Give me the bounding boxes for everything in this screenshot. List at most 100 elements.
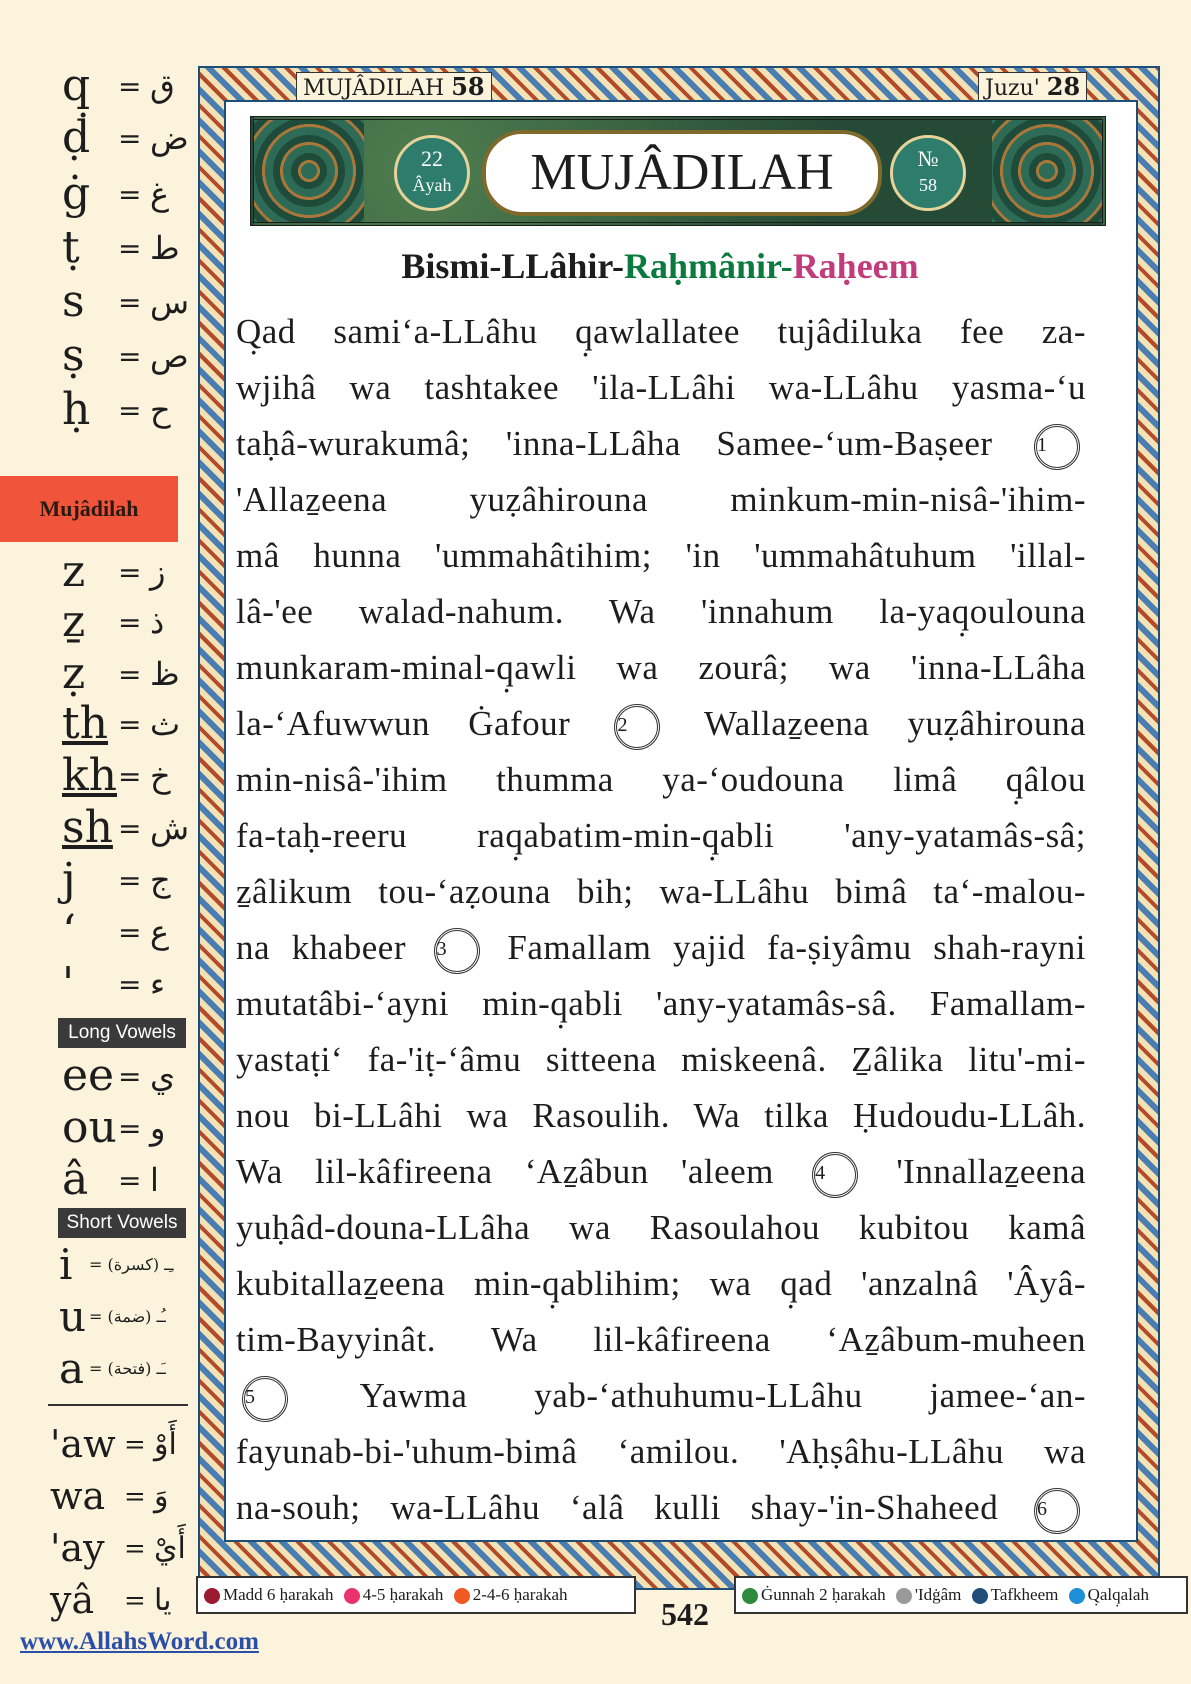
verse-segment: la-ʻAfuwwun Ġafour bbox=[236, 704, 571, 743]
latin-letter: q̣ bbox=[62, 60, 91, 111]
basmala-part: Raḥmânir- bbox=[624, 246, 793, 286]
arabic-letter: ض bbox=[150, 119, 189, 157]
equals-sign: = bbox=[118, 232, 142, 265]
verse-segment: Wa lil-kâfireena ʻAẕâbun 'aleem bbox=[236, 1152, 774, 1191]
key-row: ʻ = ع bbox=[40, 906, 190, 958]
surah-side-tab[interactable]: Mujâdilah bbox=[0, 476, 178, 542]
equals-sign: = bbox=[118, 968, 142, 1001]
verse-segment: Yawma yab-ʻathuhumu-LLâhu jamee-ʻan- bbox=[359, 1376, 1086, 1415]
ayah-count-medallion: 22 Âyah bbox=[394, 135, 470, 211]
combo-row: 'ay = أَيْ bbox=[50, 1522, 190, 1574]
legend-label: Madd 6 ḥarakah bbox=[223, 1585, 334, 1604]
arabic-letter: أَوْ bbox=[154, 1427, 177, 1462]
verse-line: 5 Yawma yab-ʻathuhumu-LLâhu jamee-ʻan- bbox=[236, 1368, 1086, 1424]
vowel-mark: = ـَـ (فتحة) bbox=[89, 1359, 166, 1378]
latin-letter: â bbox=[62, 1154, 89, 1205]
arabic-letter: ص bbox=[150, 337, 189, 375]
latin-letter: u bbox=[59, 1292, 87, 1341]
latin-letter: yâ bbox=[50, 1578, 95, 1622]
ayah-marker-icon: 1 bbox=[1034, 423, 1081, 470]
latin-letter: j bbox=[62, 854, 76, 905]
verse-segment: na-souh; wa-LLâhu ʻalâ kulli shay-'in-Sh… bbox=[236, 1488, 999, 1527]
ayah-marker-icon: 5 bbox=[242, 1375, 288, 1422]
banner-title: MUJÂDILAH bbox=[482, 130, 882, 216]
arabic-letter: خ bbox=[150, 757, 171, 795]
key-row: s = س bbox=[40, 276, 190, 328]
equals-sign: = bbox=[124, 1586, 146, 1616]
surah-number-value: 58 bbox=[919, 175, 937, 195]
latin-letter: th bbox=[62, 698, 109, 749]
verse-line: Q̣ad samiʻa-LLâhu q̣awlallatee tujâdiluk… bbox=[236, 312, 1086, 351]
verse-line: mutatâbi-ʻayni min-q̣abli 'any-yatamâs-s… bbox=[236, 984, 1086, 1023]
key-row: ẕ = ذ bbox=[40, 596, 190, 648]
equals-sign: = bbox=[124, 1482, 146, 1512]
juzu-header: Juzu' 28 bbox=[978, 72, 1088, 102]
verse-segment: Famallam yajid fa-ṣiyâmu shah-rayni bbox=[507, 928, 1087, 967]
arabic-letter: س bbox=[150, 283, 190, 321]
legend-label: Tafkheem bbox=[990, 1585, 1059, 1604]
equals-sign: = bbox=[118, 340, 142, 373]
latin-letter: ʻ bbox=[62, 906, 76, 957]
tajweed-legend-right: Ġunnah 2 ḥarakah 'Idġâm Tafkheem Q̣alq̣a… bbox=[734, 1576, 1188, 1614]
verse-line: Wa lil-kâfireena ʻAẕâbun 'aleem 4 'Innal… bbox=[236, 1144, 1086, 1200]
latin-letter: sh bbox=[62, 802, 113, 853]
verse-line: ẕâlikum tou-ʻaẓouna bih; wa-LLâhu bimâ t… bbox=[236, 872, 1086, 911]
latin-letter: 'ay bbox=[50, 1526, 105, 1570]
latin-letter: ṣ bbox=[62, 330, 85, 381]
key-row: ṭ = ط bbox=[40, 222, 190, 274]
key-row: ḍ = ض bbox=[40, 112, 190, 164]
equals-sign: = bbox=[118, 916, 142, 949]
equals-sign: = bbox=[118, 394, 142, 427]
arabic-letter: ذ bbox=[150, 603, 165, 641]
madd-4-5-dot-icon bbox=[343, 1588, 360, 1605]
key-row: ẓ = ظ bbox=[40, 648, 190, 700]
qalqalah-dot-icon bbox=[1068, 1588, 1085, 1605]
equals-sign: = bbox=[118, 178, 142, 211]
verse-segment: taḥâ-wurakumâ; 'inna-LLâha Samee-ʻum-Baṣ… bbox=[236, 424, 993, 463]
arabic-letter: ا bbox=[150, 1161, 159, 1199]
ayah-marker-icon: 2 bbox=[614, 703, 661, 750]
arabic-letter: ق bbox=[150, 67, 175, 105]
latin-letter: ẓ bbox=[62, 648, 86, 699]
verse-line: yastaṭiʻ fa-'iṭ-ʻâmu sitteena miskeenâ. … bbox=[236, 1040, 1086, 1079]
verse-line: wjihâ wa tashtakee 'ila-LLâhi wa-LLâhu y… bbox=[236, 368, 1086, 407]
legend-label: 'Idġâm bbox=[914, 1585, 962, 1604]
arabic-letter: يا bbox=[154, 1583, 172, 1618]
tafkheem-dot-icon bbox=[971, 1588, 988, 1605]
ghunnah-dot-icon bbox=[742, 1588, 758, 1605]
short-vowel-row: u = ـُـ (ضمة) bbox=[55, 1292, 195, 1342]
key-row: kh = خ bbox=[40, 750, 190, 802]
key-row: ou = و bbox=[40, 1102, 190, 1154]
arabic-letter: أَيْ bbox=[154, 1531, 186, 1566]
equals-sign: = bbox=[118, 1164, 142, 1197]
latin-letter: s bbox=[62, 276, 85, 327]
arabic-letter: ء bbox=[150, 965, 166, 1003]
verse-line: nou bi-LLâhi wa Rasoulih. Wa tilka Ḥudou… bbox=[236, 1096, 1086, 1135]
surah-banner: 22 Âyah MUJÂDILAH № 58 bbox=[250, 116, 1106, 226]
arabic-letter: ي bbox=[150, 1057, 176, 1095]
verse-line: la-ʻAfuwwun Ġafour 2 Wallaẕeena yuẓâhiro… bbox=[236, 696, 1086, 752]
latin-letter: a bbox=[59, 1344, 85, 1393]
short-vowels-label: Short Vowels bbox=[58, 1208, 186, 1238]
equals-sign: = bbox=[118, 864, 142, 897]
juzu-label: Juzu' bbox=[985, 76, 1040, 101]
website-link[interactable]: www.AllahsWord.com bbox=[20, 1628, 259, 1656]
equals-sign: = bbox=[118, 708, 142, 741]
verse-line: min-nisâ-'ihim thumma ya-ʻoudouna limâ q… bbox=[236, 760, 1086, 799]
latin-letter: ou bbox=[62, 1102, 117, 1153]
tajweed-legend-left: Madd 6 ḥarakah 4-5 ḥarakah 2-4-6 ḥarakah bbox=[196, 1576, 636, 1614]
surah-number: 58 bbox=[451, 72, 485, 101]
juzu-number: 28 bbox=[1046, 72, 1081, 101]
short-vowel-row: i = ـِـ (كسرة) bbox=[55, 1240, 195, 1290]
key-row: ḥ = ح bbox=[40, 384, 190, 436]
key-row: â = ا bbox=[40, 1154, 190, 1206]
basmala-part: Raḥeem bbox=[792, 246, 919, 286]
long-vowels-label: Long Vowels bbox=[58, 1018, 186, 1048]
equals-sign: = bbox=[118, 1060, 142, 1093]
combo-row: yâ = يا bbox=[50, 1574, 190, 1626]
key-row: ġ = غ bbox=[40, 168, 190, 220]
verse-line: tim-Bayyinât. Wa lil-kâfireena ʻAẕâbum-m… bbox=[236, 1320, 1086, 1359]
arabic-letter: ح bbox=[150, 391, 171, 429]
short-vowel-row: a = ـَـ (فتحة) bbox=[55, 1344, 195, 1394]
equals-sign: = bbox=[118, 760, 142, 793]
